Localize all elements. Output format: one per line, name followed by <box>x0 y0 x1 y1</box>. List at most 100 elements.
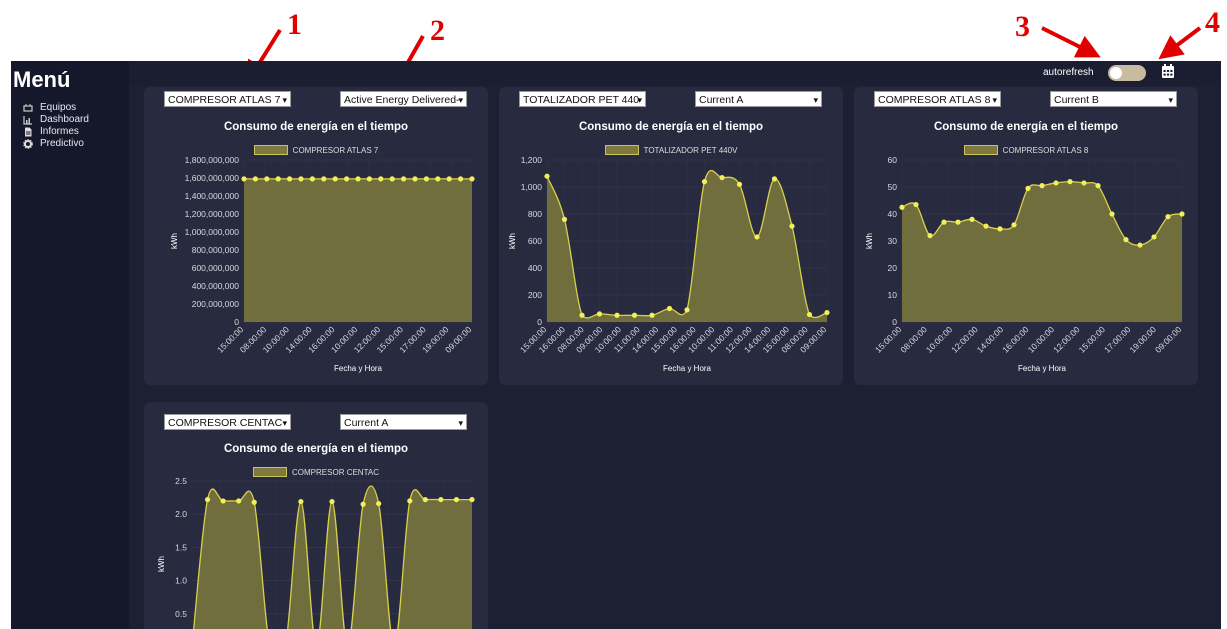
y-tick-label: 60 <box>888 155 898 165</box>
data-point <box>544 173 550 179</box>
y-axis-label: kWh <box>170 233 179 249</box>
y-tick-label: 800 <box>528 209 542 219</box>
chart-1-svg: 0200,000,000400,000,000600,000,000800,00… <box>170 155 475 373</box>
sidebar-item-dashboard[interactable]: Dashboard <box>23 114 89 125</box>
data-point <box>754 234 760 240</box>
data-point <box>997 226 1003 232</box>
y-axis-label: kWh <box>865 233 874 249</box>
x-tick-label: 10:00:00 <box>1026 324 1057 355</box>
chart-card-4: COMPRESOR CENTAC ▾ Current A ▾ Consumo de … <box>144 402 488 629</box>
data-point <box>423 176 429 182</box>
y-tick-label: 1,400,000,000 <box>185 191 240 201</box>
menu-title: Menú <box>13 67 71 92</box>
bar-chart-icon <box>23 115 32 125</box>
data-point <box>401 176 407 182</box>
sidebar-item-label: Informes <box>40 126 79 137</box>
data-point <box>469 176 475 182</box>
data-point <box>666 305 673 312</box>
data-point <box>614 312 620 318</box>
chart-3-svg: 010203040506015:00:0008:00:0010:00:0012:… <box>865 155 1185 373</box>
data-point <box>412 176 418 182</box>
data-point <box>252 176 258 182</box>
x-tick-label: 15:00:00 <box>1077 324 1108 355</box>
data-point <box>596 311 603 317</box>
x-tick-label: 10:00:00 <box>924 324 955 355</box>
sidebar-item-label: Equipos <box>40 102 77 113</box>
data-point <box>275 176 281 182</box>
y-tick-label: 400 <box>528 263 542 273</box>
data-point <box>1165 214 1171 220</box>
x-tick-label: 08:00:00 <box>898 324 929 355</box>
data-point <box>236 498 242 504</box>
data-point <box>824 309 830 316</box>
autorefresh-toggle[interactable] <box>1108 65 1146 81</box>
data-point <box>422 496 428 503</box>
sidebar-item-label: Predictivo <box>40 138 84 149</box>
data-point <box>366 176 372 182</box>
annotation-number-3: 3 <box>1015 10 1030 43</box>
data-point <box>969 216 975 222</box>
autorefresh-label: autorefresh <box>1043 67 1094 78</box>
x-tick-label: 17:00:00 <box>1102 324 1133 355</box>
data-point <box>458 176 464 182</box>
chart-card-1: COMPRESOR ATLAS 7 ▾ Active Energy Deliver… <box>144 87 488 385</box>
data-point <box>1025 185 1031 191</box>
data-point <box>1067 179 1073 185</box>
data-point <box>941 219 947 225</box>
y-tick-label: 30 <box>888 236 898 246</box>
data-point <box>355 176 361 182</box>
data-point <box>220 498 226 504</box>
y-tick-label: 200,000,000 <box>192 299 240 309</box>
data-point <box>701 179 708 185</box>
data-point <box>264 176 270 182</box>
data-point <box>771 176 778 182</box>
data-point <box>309 176 315 182</box>
y-tick-label: 200 <box>528 290 542 300</box>
y-tick-label: 800,000,000 <box>192 245 240 255</box>
data-point <box>298 498 304 505</box>
sidebar-item-predictivo[interactable]: Predictivo <box>23 138 84 149</box>
x-tick-label: 16:00:00 <box>1000 324 1031 355</box>
y-tick-label: 1.5 <box>175 542 187 552</box>
y-tick-label: 50 <box>888 182 898 192</box>
data-point <box>1039 183 1045 189</box>
data-point <box>1137 242 1143 248</box>
series-area <box>902 181 1182 322</box>
data-point <box>719 174 725 181</box>
data-point <box>438 496 444 503</box>
data-point <box>1081 180 1087 186</box>
calendar-icon[interactable] <box>1161 63 1175 79</box>
y-tick-label: 600 <box>528 236 542 246</box>
y-tick-label: 1.0 <box>175 576 187 586</box>
sidebar-item-equipos[interactable]: Equipos <box>23 102 76 113</box>
data-point <box>649 312 655 318</box>
sidebar-item-informes[interactable]: Informes <box>23 126 79 137</box>
data-point <box>407 498 413 504</box>
data-point <box>376 500 382 507</box>
y-tick-label: 400,000,000 <box>192 281 240 291</box>
y-axis-label: kWh <box>508 233 517 249</box>
y-axis-label: kWh <box>157 556 166 572</box>
arrow-4-line <box>1158 26 1202 60</box>
data-point <box>955 219 961 225</box>
data-point <box>1109 211 1115 217</box>
chart-4-svg: 0.5 1.0 1.5 2.0 2.5 kWh <box>157 476 475 629</box>
data-point <box>360 501 366 507</box>
x-tick-label: 15:00:00 <box>873 324 904 355</box>
y-tick-label: 600,000,000 <box>192 263 240 273</box>
y-tick-label: 1,800,000,000 <box>185 155 240 165</box>
gear-icon <box>23 138 33 149</box>
data-point <box>899 204 905 210</box>
y-tick-label: 2.0 <box>175 509 187 519</box>
chart-card-2: TOTALIZADOR PET 440 ▾ Current A ▾ Consumo … <box>499 87 843 385</box>
data-point <box>251 499 257 505</box>
data-point <box>1053 180 1059 186</box>
x-tick-label: 14:00:00 <box>975 324 1006 355</box>
data-point <box>389 176 395 182</box>
sidebar: Menú Equipos Dashboard Informes Predicti… <box>11 61 129 629</box>
series-area <box>244 178 472 322</box>
y-tick-label: 40 <box>888 209 898 219</box>
data-point <box>329 498 335 505</box>
data-point <box>684 307 690 313</box>
data-point <box>298 176 304 182</box>
